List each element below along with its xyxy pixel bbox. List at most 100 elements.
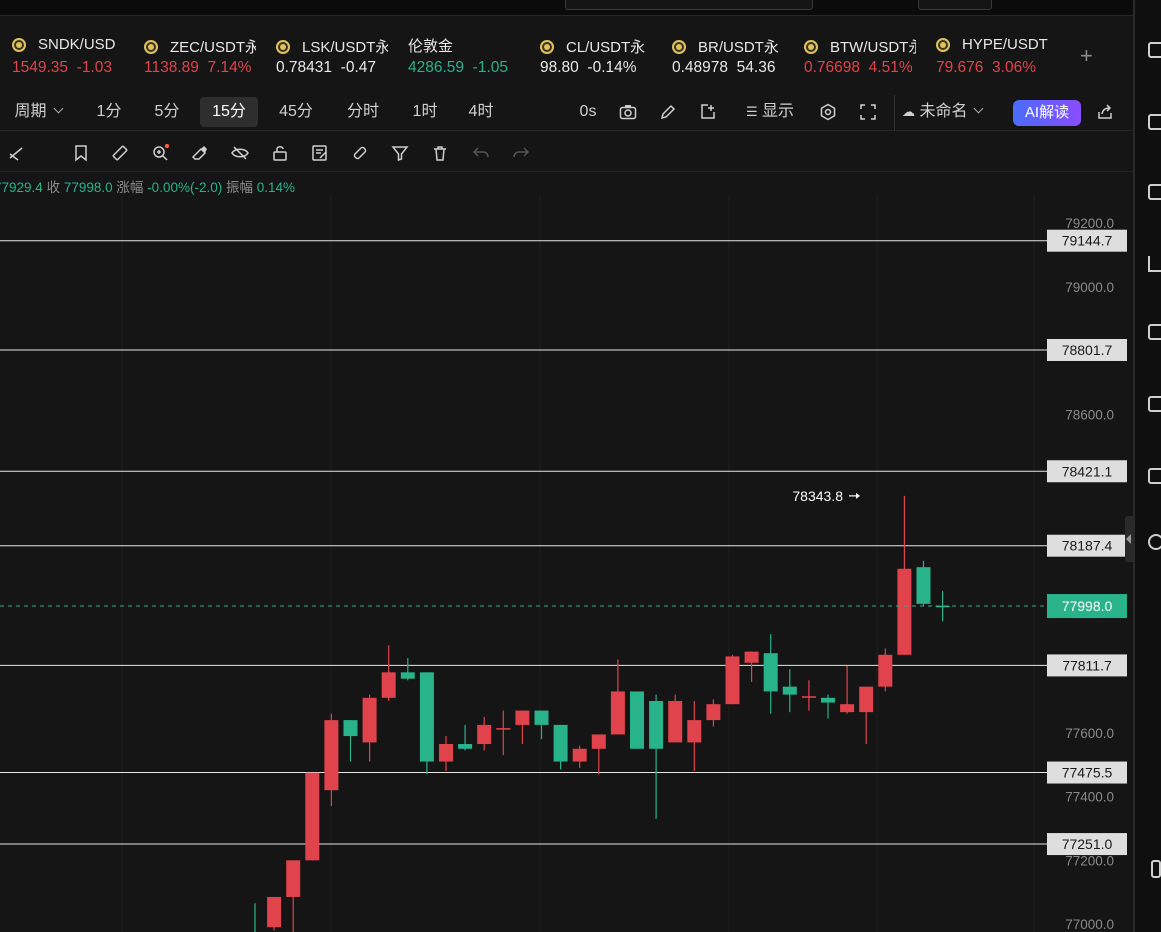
y-axis-tick-label: 78600.0: [1065, 407, 1114, 422]
y-axis-tick-label: 79000.0: [1065, 280, 1114, 295]
lock-icon[interactable]: [271, 144, 289, 162]
pencil-icon[interactable]: [659, 103, 677, 121]
redo-icon[interactable]: [512, 144, 530, 162]
high-price-marker: 78343.8: [792, 488, 843, 504]
coin-icon: [144, 39, 158, 54]
y-axis-tick-label: 77000.0: [1065, 917, 1114, 932]
drawing-toolbar: [0, 134, 1133, 172]
candle-body: [572, 748, 587, 762]
candle-body: [419, 672, 434, 762]
add-ticker-button[interactable]: +: [1080, 43, 1093, 69]
ticker-price: 1138.89: [144, 59, 199, 76]
share-icon[interactable]: [1096, 103, 1114, 121]
search-box-remnant[interactable]: [565, 0, 813, 10]
bookmark-tool-icon[interactable]: [72, 144, 90, 162]
y-axis-tick-label: 77200.0: [1065, 853, 1114, 868]
close-value: 77998.0: [63, 180, 113, 195]
ticker-br[interactable]: BR/USDT永 0.48978 54.36: [672, 30, 786, 84]
monitor-icon[interactable]: [1148, 324, 1161, 340]
trend-line-tool-icon[interactable]: [8, 144, 26, 162]
top-action-remnant[interactable]: [918, 0, 992, 10]
ticker-cl[interactable]: CL/USDT永 98.80 -0.14%: [540, 30, 658, 84]
ticker-london-gold[interactable]: 伦敦金 4286.59 -1.05: [408, 30, 522, 84]
layout-name-dropdown[interactable]: ☁ 未命名: [902, 97, 998, 127]
candle-body: [515, 710, 530, 725]
candle-body: [305, 772, 320, 861]
edit-template-icon[interactable]: [311, 144, 329, 162]
timeframe-5m[interactable]: 5分: [142, 97, 192, 127]
timeframe-1m[interactable]: 1分: [84, 97, 134, 127]
zoom-tool-icon[interactable]: [151, 144, 169, 162]
ticker-symbol: CL/USDT永: [566, 39, 646, 56]
coin-icon: [276, 39, 290, 54]
grid-icon[interactable]: [1148, 42, 1161, 58]
toolbar-divider: [894, 95, 895, 131]
candle-body: [267, 896, 282, 928]
fullscreen-icon[interactable]: [859, 103, 877, 121]
eraser-tool-icon[interactable]: [191, 144, 209, 162]
ticker-hype[interactable]: HYPE/USDT 79.676 3.06%: [936, 30, 1048, 84]
portfolio-icon[interactable]: [1148, 184, 1161, 200]
etf-icon[interactable]: [1148, 396, 1161, 412]
candle-body: [362, 697, 377, 743]
timeframe-45m[interactable]: 45分: [268, 97, 324, 127]
panel-collapse-handle[interactable]: [1125, 516, 1133, 562]
coin-icon: [936, 37, 950, 52]
period-label: 周期: [14, 103, 47, 120]
candle-body: [439, 744, 453, 762]
ruler-tool-icon[interactable]: [111, 144, 129, 162]
ticker-btw[interactable]: BTW/USDT永 0.76698 4.51%: [804, 30, 916, 84]
timeframe-intraday[interactable]: 分时: [334, 97, 392, 127]
candle-body: [744, 651, 759, 663]
display-menu-button[interactable]: ☰ 显示: [738, 97, 802, 127]
display-label: 显示: [762, 103, 795, 120]
candle-body: [496, 728, 511, 730]
ticker-symbol: 伦敦金: [408, 38, 454, 55]
ticker-lsk[interactable]: LSK/USDT永 0.78431 -0.47: [276, 30, 388, 84]
candle-body: [649, 701, 664, 749]
ticker-price: 1549.35: [12, 59, 69, 76]
candlestick-chart[interactable]: 79200.0 79000.0 78600.0 77600.0 77400.0 77200…: [0, 196, 1133, 932]
ai-analysis-button[interactable]: AI解读: [1013, 100, 1081, 126]
ticker-change: -1.03: [76, 59, 112, 76]
candle-body: [897, 568, 912, 655]
candle-body: [706, 704, 721, 721]
candle-body: [668, 701, 683, 743]
ticker-change: 3.06%: [992, 59, 1036, 76]
amplitude-label: 振幅: [225, 180, 253, 195]
coin-icon: [540, 39, 554, 54]
magnet-icon[interactable]: [351, 144, 369, 162]
undo-icon[interactable]: [472, 144, 490, 162]
candle-body: [458, 744, 473, 749]
settings-icon[interactable]: [819, 103, 837, 121]
ticker-price: 0.76698: [804, 59, 861, 76]
hide-drawings-icon[interactable]: [231, 144, 249, 162]
document-icon[interactable]: [1148, 114, 1161, 130]
ticker-sndk[interactable]: SNDK/USD 1549.35 -1.03: [12, 30, 124, 84]
wallet-icon[interactable]: [1148, 468, 1161, 484]
candle-body: [381, 672, 396, 698]
timeframe-15m[interactable]: 15分: [200, 97, 258, 127]
timeframe-1h[interactable]: 1时: [400, 97, 450, 127]
layout-name: 未命名: [919, 103, 968, 120]
ticker-zec[interactable]: ZEC/USDT永 1138.89 7.14%: [144, 30, 256, 84]
amplitude-value: 0.14%: [256, 180, 296, 195]
timeframe-4h[interactable]: 4时: [456, 97, 506, 127]
candle-body: [630, 691, 644, 749]
chart-trend-icon[interactable]: [1148, 256, 1161, 272]
period-dropdown[interactable]: 周期: [4, 97, 72, 127]
trash-icon[interactable]: [431, 144, 449, 162]
globe-icon[interactable]: [1148, 534, 1161, 550]
candle-body: [610, 691, 625, 735]
panel-toggle-icon[interactable]: [1151, 860, 1161, 878]
filter-icon[interactable]: [391, 144, 409, 162]
add-window-icon[interactable]: [699, 103, 717, 121]
candle-body: [687, 720, 702, 743]
ticker-change: 4.51%: [868, 59, 913, 76]
y-axis-tick-label: 77400.0: [1065, 790, 1114, 805]
cloud-icon: ☁: [902, 104, 915, 119]
camera-icon[interactable]: [619, 103, 637, 121]
candle-body: [725, 656, 740, 705]
countdown-label: 0s: [579, 103, 597, 120]
ticker-price: 98.80: [540, 59, 579, 76]
